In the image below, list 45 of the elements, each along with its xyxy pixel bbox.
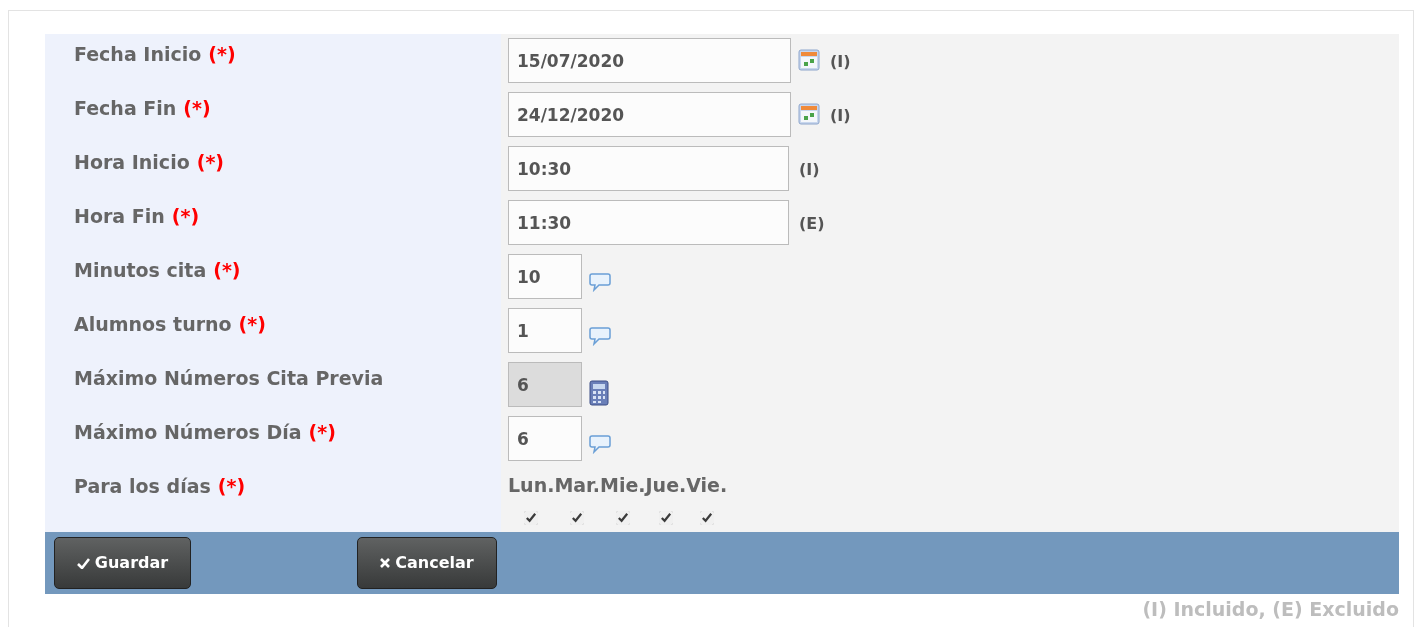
required-mark: (*) [308,421,336,443]
field-label: Máximo Números Día [74,421,302,443]
note-text: (I) [830,105,851,127]
input-field[interactable]: 15/07/2020 [508,38,791,83]
day-checkbox[interactable] [615,511,630,525]
required-mark: (*) [196,151,224,173]
cancel-button[interactable]: Cancelar [357,537,497,589]
input-field[interactable]: 6 [508,416,582,461]
field-label: Hora Fin [74,205,165,227]
field-label: Fecha Inicio [74,43,202,65]
input-field[interactable]: 1 [508,308,582,353]
day-checkbox[interactable] [524,511,539,525]
field-label: Alumnos turno [74,313,232,335]
day-label: Vie. [686,473,728,498]
day-checkbox[interactable] [570,511,585,525]
field-label: Fecha Fin [74,97,177,119]
input-field[interactable]: 10 [508,254,582,299]
required-mark: (*) [171,205,200,227]
close-icon [380,558,391,568]
input-field[interactable]: 10:30 [508,146,789,191]
day-checkbox[interactable] [658,511,673,525]
field-label: Máximo Números Cita Previa [74,367,384,389]
calculator-icon[interactable] [589,380,609,406]
required-mark: (*) [208,43,236,65]
check-icon [76,557,90,569]
day-label: Mar. [554,473,600,498]
legend-text: (I) Incluido, (E) Excluido [1142,597,1399,622]
required-mark: (*) [213,259,241,281]
input-field[interactable]: 24/12/2020 [508,92,791,137]
required-mark: (*) [217,475,246,497]
note-text: (E) [799,213,825,235]
save-button[interactable]: Guardar [54,537,191,589]
day-label: Lun. [508,473,555,498]
day-checkbox[interactable] [699,511,714,525]
field-label: Hora Inicio [74,151,190,173]
field-label: Para los días [74,475,211,497]
day-label: Jue. [645,473,687,498]
required-mark: (*) [238,313,266,335]
required-mark: (*) [183,97,211,119]
calendar-icon[interactable] [798,49,820,71]
note-text: (I) [830,51,851,73]
input-field[interactable]: 11:30 [508,200,789,245]
note-text: (I) [799,159,820,181]
calendar-icon[interactable] [798,103,820,125]
field-label: Minutos cita [74,259,207,281]
